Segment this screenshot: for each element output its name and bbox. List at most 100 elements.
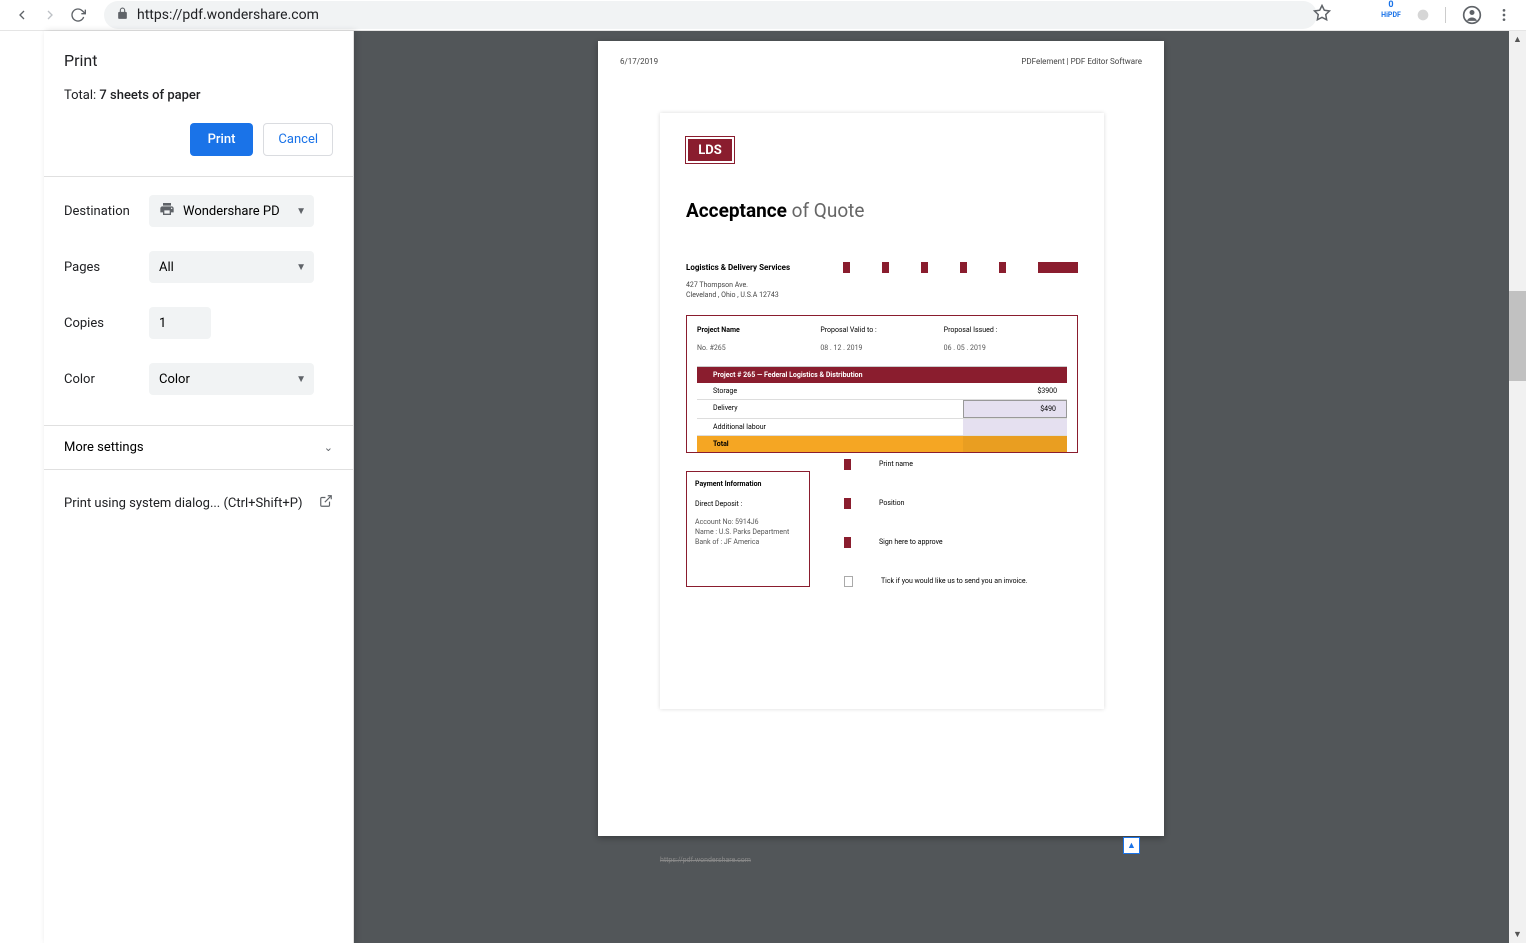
print-panel: Print Total: 7 sheets of paper Print Can… — [44, 31, 354, 943]
row2-label: Delivery — [697, 400, 963, 418]
print-title: Print — [64, 51, 333, 70]
checkbox-icon — [844, 576, 853, 587]
copies-label: Copies — [64, 316, 149, 331]
sign-approve-label: Sign here to approve — [879, 538, 943, 546]
page-preview: 6/17/2019 PDFelement | PDF Editor Softwa… — [598, 41, 1164, 836]
system-dialog-link[interactable]: Print using system dialog... (Ctrl+Shift… — [64, 470, 333, 536]
color-select[interactable]: Color ▼ — [149, 363, 314, 395]
table-row: Storage $3900 — [697, 383, 1067, 400]
sidebar-gap — [0, 31, 22, 943]
title-bold: Acceptance — [686, 199, 787, 222]
chevron-down-icon: ▼ — [296, 374, 306, 385]
issued-label: Proposal Issued : — [944, 326, 1067, 334]
forward-button[interactable] — [36, 1, 64, 29]
reload-button[interactable] — [64, 1, 92, 29]
print-button[interactable]: Print — [190, 123, 254, 156]
red-bar — [1038, 262, 1078, 273]
scrollbar-thumb[interactable] — [1509, 291, 1526, 381]
project-name-value: No. #265 — [697, 344, 820, 352]
addr-line-1: 427 Thompson Ave. — [686, 281, 1078, 291]
total-label: Total — [697, 436, 963, 452]
destination-select[interactable]: Wondershare PDFel ▼ — [149, 195, 314, 227]
cancel-button[interactable]: Cancel — [263, 123, 333, 156]
row1-label: Storage — [697, 383, 963, 399]
color-value: Color — [159, 372, 190, 387]
row2-value: $490 — [963, 400, 1067, 418]
payment-info-box: Payment Information Direct Deposit : Acc… — [686, 471, 810, 587]
sign-row: Print name — [844, 459, 1078, 470]
footer-url: https://pdf.wondershare.com — [660, 856, 751, 864]
more-settings-toggle[interactable]: More settings ⌄ — [44, 425, 353, 470]
printer-icon — [159, 201, 175, 221]
red-square — [844, 459, 851, 470]
color-row: Color Color ▼ — [64, 363, 333, 395]
button-row: Print Cancel — [64, 123, 333, 156]
lock-icon — [116, 7, 129, 24]
pages-select[interactable]: All ▼ — [149, 251, 314, 283]
browser-toolbar: https://pdf.wondershare.com 0 HiPDF — [0, 0, 1526, 31]
issued-value: 06 . 05 . 2019 — [944, 344, 1067, 352]
print-total: Total: 7 sheets of paper — [64, 88, 333, 103]
payment-line-3: Bank of : JF America — [695, 538, 801, 546]
decorative-squares — [843, 262, 1078, 273]
red-square — [844, 537, 851, 548]
payment-sub: Direct Deposit : — [695, 500, 801, 508]
profile-icon[interactable] — [1458, 1, 1486, 29]
scroll-down-arrow[interactable]: ▼ — [1509, 926, 1526, 943]
company-row: Logistics & Delivery Services — [686, 262, 1078, 273]
payment-title: Payment Information — [695, 480, 801, 488]
sign-row: Position — [844, 498, 1078, 509]
destination-row: Destination Wondershare PDFel ▼ — [64, 195, 333, 227]
page-date: 6/17/2019 — [620, 57, 658, 66]
back-button[interactable] — [8, 1, 36, 29]
table-row: Delivery $490 — [697, 400, 1067, 419]
payment-line-2: Name : U.S. Parks Department — [695, 528, 801, 536]
total-prefix: Total: — [64, 88, 99, 103]
payment-line-1: Account No: 5914J6 — [695, 518, 801, 526]
destination-label: Destination — [64, 204, 149, 219]
copies-row: Copies — [64, 307, 333, 339]
pages-value: All — [159, 260, 174, 275]
scroll-up-arrow[interactable]: ▲ — [1509, 31, 1526, 48]
separator — [1445, 7, 1446, 23]
divider — [44, 176, 353, 177]
red-square — [844, 498, 851, 509]
chevron-down-icon: ▼ — [296, 262, 306, 273]
title-light: of Quote — [787, 199, 865, 222]
valid-to-label: Proposal Valid to : — [820, 326, 943, 334]
vertical-scrollbar[interactable]: ▲ ▼ — [1509, 31, 1526, 943]
table-header: Project # 265 — Federal Logistics & Dist… — [697, 367, 1067, 383]
bottom-section: Payment Information Direct Deposit : Acc… — [686, 471, 1078, 587]
url-text: https://pdf.wondershare.com — [137, 7, 319, 23]
company-name: Logistics & Delivery Services — [686, 263, 843, 272]
pages-row: Pages All ▼ — [64, 251, 333, 283]
address-bar[interactable]: https://pdf.wondershare.com — [104, 1, 1317, 29]
invoice-tick-label: Tick if you would like us to send you an… — [881, 577, 1028, 585]
position-label: Position — [879, 499, 905, 507]
external-link-icon — [319, 494, 333, 512]
total-value — [963, 436, 1067, 452]
bookmark-star-icon[interactable] — [1313, 4, 1331, 26]
red-square — [843, 262, 850, 273]
menu-icon[interactable] — [1490, 1, 1518, 29]
red-square — [882, 262, 889, 273]
logo: LDS — [686, 137, 734, 163]
sign-row: Sign here to approve — [844, 537, 1078, 548]
chevron-down-icon: ⌄ — [324, 441, 333, 454]
print-name-label: Print name — [879, 460, 913, 468]
page-app-title: PDFelement | PDF Editor Software — [1021, 57, 1142, 66]
destination-value: Wondershare PDFel — [183, 204, 279, 219]
table-row-total: Total — [697, 436, 1067, 452]
extension-icon-2[interactable] — [1409, 1, 1437, 29]
more-settings-label: More settings — [64, 440, 144, 455]
quote-box: Project Name No. #265 Proposal Valid to … — [686, 315, 1078, 453]
print-preview: 6/17/2019 PDFelement | PDF Editor Softwa… — [354, 31, 1526, 943]
extension-icon-1[interactable]: 0 HiPDF — [1377, 1, 1405, 29]
scroll-top-button[interactable]: ▲ — [1123, 837, 1140, 854]
row3-value — [963, 419, 1067, 435]
valid-to-value: 08 . 12 . 2019 — [820, 344, 943, 352]
copies-input[interactable] — [149, 307, 211, 339]
pages-label: Pages — [64, 260, 149, 275]
table-row: Additional labour — [697, 419, 1067, 436]
address: 427 Thompson Ave. Cleveland , Ohio , U.S… — [686, 281, 1078, 301]
